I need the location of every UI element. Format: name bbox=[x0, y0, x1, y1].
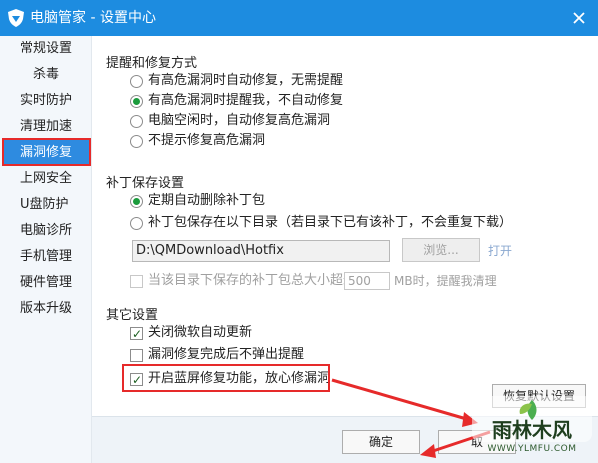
radio-label: 补丁包保存在以下目录（若目录下已有该补丁，不会重复下载） bbox=[148, 215, 513, 230]
radio-button[interactable] bbox=[130, 115, 143, 128]
watermark-url: WWW.YLMFU.COM bbox=[487, 444, 577, 454]
radio-button[interactable] bbox=[130, 217, 143, 230]
size-limit-suffix: MB时，提醒我清理 bbox=[394, 274, 497, 288]
watermark-brand: 雨林木风 bbox=[492, 418, 572, 442]
shield-logo-icon bbox=[8, 9, 24, 27]
checkbox-checked[interactable] bbox=[130, 325, 143, 343]
size-limit-checkbox[interactable] bbox=[130, 275, 143, 288]
checkbox-label: 漏洞修复完成后不弹出提醒 bbox=[148, 347, 305, 362]
radio-label: 定期自动删除补丁包 bbox=[148, 193, 266, 208]
radio-button-selected[interactable] bbox=[130, 195, 143, 208]
size-limit-input[interactable]: 500 bbox=[344, 272, 390, 290]
repair-mode-title: 提醒和修复方式 bbox=[106, 56, 198, 71]
sidebar-item-realtime-protection[interactable]: 实时防护 bbox=[0, 88, 92, 114]
settings-panel: 提醒和修复方式 有高危漏洞时自动修复，无需提醒 有高危漏洞时提醒我，不自动修复 … bbox=[92, 36, 598, 416]
window-title: 电脑管家 - 设置中心 bbox=[30, 10, 156, 26]
title-bar[interactable]: 电脑管家 - 设置中心 bbox=[0, 0, 598, 36]
sidebar-item-hardware-management[interactable]: 硬件管理 bbox=[0, 270, 92, 296]
sidebar-item-version-upgrade[interactable]: 版本升级 bbox=[0, 296, 92, 322]
open-directory-link[interactable]: 打开 bbox=[488, 242, 512, 259]
radio-label: 不提示修复高危漏洞 bbox=[148, 133, 266, 148]
patch-storage-title: 补丁保存设置 bbox=[106, 176, 185, 191]
sidebar-highlight-box bbox=[2, 138, 91, 166]
size-limit-prefix: 当该目录下保存的补丁包总大小超过 bbox=[148, 273, 357, 288]
radio-button-selected[interactable] bbox=[130, 95, 143, 108]
patch-directory-field[interactable]: D:\QMDownload\Hotfix bbox=[132, 240, 390, 262]
option-highlight-box bbox=[122, 364, 330, 392]
checkbox[interactable] bbox=[130, 349, 143, 362]
sidebar-item-general[interactable]: 常规设置 bbox=[0, 36, 92, 62]
ok-button[interactable]: 确定 bbox=[342, 430, 420, 454]
sidebar-item-cleanup[interactable]: 清理加速 bbox=[0, 114, 92, 140]
radio-button[interactable] bbox=[130, 75, 143, 88]
watermark: 雨林木风 WWW.YLMFU.COM bbox=[468, 392, 596, 462]
sidebar-item-antivirus[interactable]: 杀毒 bbox=[0, 62, 92, 88]
sidebar: 常规设置 杀毒 实时防护 清理加速 漏洞修复 上网安全 U盘防护 电脑诊所 手机… bbox=[0, 36, 92, 463]
sidebar-item-usb-protection[interactable]: U盘防护 bbox=[0, 192, 92, 218]
sidebar-item-pc-clinic[interactable]: 电脑诊所 bbox=[0, 218, 92, 244]
sidebar-item-web-security[interactable]: 上网安全 bbox=[0, 166, 92, 192]
other-settings-title: 其它设置 bbox=[106, 308, 159, 323]
checkbox-label: 关闭微软自动更新 bbox=[148, 325, 253, 340]
radio-label: 有高危漏洞时提醒我，不自动修复 bbox=[148, 93, 344, 108]
browse-button[interactable]: 浏览... bbox=[402, 238, 480, 262]
radio-label: 有高危漏洞时自动修复，无需提醒 bbox=[148, 73, 344, 88]
radio-button[interactable] bbox=[130, 135, 143, 148]
close-icon[interactable] bbox=[570, 9, 588, 27]
radio-label: 电脑空闲时，自动修复高危漏洞 bbox=[148, 113, 331, 128]
sidebar-item-phone-management[interactable]: 手机管理 bbox=[0, 244, 92, 270]
